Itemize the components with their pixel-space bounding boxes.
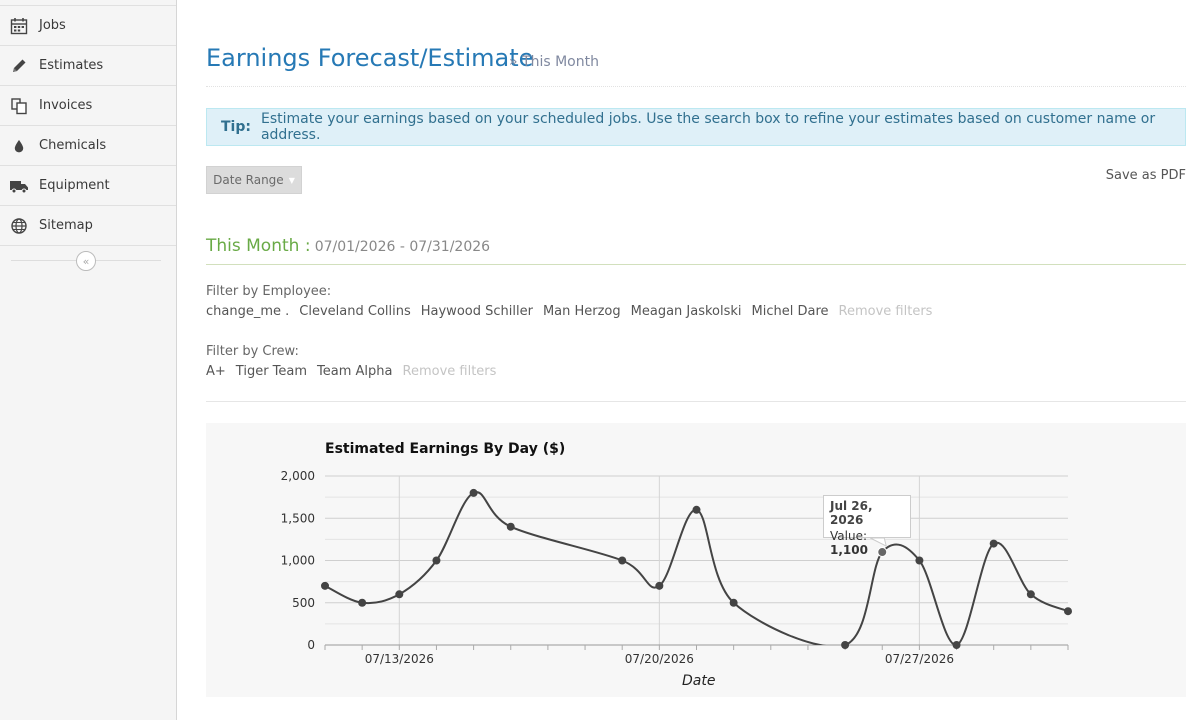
sidebar-item-label: Chemicals [39, 138, 107, 153]
sidebar-item-estimates[interactable]: Estimates [0, 46, 176, 86]
period-range: 07/01/2026 - 07/31/2026 [314, 239, 491, 255]
employee-remove-filters-link[interactable]: Remove filters [839, 304, 933, 319]
x-tick-label: 07/13/2026 [365, 652, 434, 666]
page-title: Earnings Forecast/Estimate [206, 44, 534, 72]
tooltip-value: 1,100 [830, 543, 868, 557]
crew-remove-filters-link[interactable]: Remove filters [403, 364, 497, 379]
sidebar-item-sitemap[interactable]: Sitemap [0, 206, 176, 246]
y-tick-label: 0 [307, 638, 315, 652]
sidebar: Jobs Estimates Invoices Chemicals Equipm… [0, 0, 177, 720]
crew-filter-list: A+ Tiger Team Team Alpha Remove filters [206, 364, 496, 379]
pencil-icon [8, 56, 30, 76]
tooltip-value-row: Value: 1,100 [830, 529, 904, 557]
employee-filter-item[interactable]: Haywood Schiller [421, 304, 533, 319]
sidebar-item-jobs[interactable]: Jobs [0, 6, 176, 46]
data-point [915, 556, 924, 565]
employee-filter-item[interactable]: Cleveland Collins [299, 304, 410, 319]
employee-filter-label: Filter by Employee: [206, 284, 332, 299]
double-chevron-left-icon: « [82, 254, 90, 268]
y-tick-label: 2,000 [281, 469, 315, 483]
crew-filter-item[interactable]: A+ [206, 364, 226, 379]
y-tick-label: 500 [292, 596, 315, 610]
data-point [655, 581, 664, 590]
chart-plot: 0 500 1,000 1,500 2,000 07/13/2026 07/20/2026 0… [281, 469, 1072, 666]
page-header: Earnings Forecast/Estimate » This Month [206, 40, 1186, 87]
sidebar-item-chemicals[interactable]: Chemicals [0, 126, 176, 166]
crew-filter-item[interactable]: Team Alpha [317, 364, 392, 379]
sidebar-item-invoices[interactable]: Invoices [0, 86, 176, 126]
data-point [432, 556, 441, 565]
tint-icon [8, 136, 30, 156]
data-point [989, 539, 998, 548]
y-tick-label: 1,000 [281, 554, 315, 568]
data-point [1026, 590, 1035, 599]
x-axis-label: Date [682, 673, 716, 689]
data-point [321, 581, 329, 590]
data-point [395, 590, 404, 599]
sidebar-item-equipment[interactable]: Equipment [0, 166, 176, 206]
caret-down-icon: ▼ [288, 175, 295, 185]
tooltip-value-label: Value: [830, 529, 867, 543]
data-point [729, 598, 738, 607]
earnings-chart: 0 500 1,000 1,500 2,000 07/13/2026 07/20/2026 0… [206, 423, 1186, 697]
data-point [692, 505, 701, 514]
employee-filter-item[interactable]: Michel Dare [752, 304, 829, 319]
date-range-label: Date Range [213, 173, 284, 187]
sidebar-item-label: Sitemap [39, 218, 93, 233]
tooltip-date: Jul 26, 2026 [830, 499, 873, 527]
period-title: This Month : [206, 236, 311, 256]
chart-title: Estimated Earnings By Day ($) [325, 441, 566, 457]
calendar-icon [8, 16, 30, 36]
page-subtitle: » This Month [509, 54, 599, 70]
data-point [469, 488, 478, 497]
sidebar-item-label: Equipment [39, 178, 110, 193]
data-point [841, 641, 850, 649]
y-tick-label: 1,500 [281, 511, 315, 525]
period-heading: This Month : 07/01/2026 - 07/31/2026 [206, 236, 1186, 265]
x-tick-label: 07/27/2026 [885, 652, 954, 666]
employee-filter-list: change_me . Cleveland Collins Haywood Sc… [206, 304, 932, 319]
data-point [506, 522, 515, 531]
x-tick-label: 07/20/2026 [625, 652, 694, 666]
employee-filter-item[interactable]: Man Herzog [543, 304, 621, 319]
tip-alert: Tip: Estimate your earnings based on you… [206, 108, 1186, 146]
crew-filter-item[interactable]: Tiger Team [236, 364, 307, 379]
sidebar-item-label: Invoices [39, 98, 93, 113]
data-point [618, 556, 627, 565]
data-point [358, 598, 367, 607]
truck-icon [8, 176, 30, 196]
employee-filter-item[interactable]: change_me . [206, 304, 289, 319]
chart-tooltip: Jul 26, 2026 Value: 1,100 [823, 495, 911, 557]
section-divider [206, 401, 1186, 402]
copy-icon [8, 96, 30, 116]
sidebar-collapse-button[interactable]: « [76, 251, 96, 271]
sidebar-item-label: Estimates [39, 58, 104, 73]
data-point [952, 641, 961, 649]
save-pdf-link[interactable]: Save as PDF [1106, 168, 1186, 183]
globe-icon [8, 216, 30, 236]
date-range-button[interactable]: Date Range ▼ [206, 166, 302, 194]
tip-text: Estimate your earnings based on your sch… [260, 111, 1156, 143]
sidebar-item-label: Jobs [39, 18, 66, 33]
crew-filter-label: Filter by Crew: [206, 344, 299, 359]
tip-label: Tip: [221, 119, 251, 135]
employee-filter-item[interactable]: Meagan Jaskolski [631, 304, 742, 319]
sidebar-collapse-area: « [0, 246, 176, 276]
data-point [1064, 607, 1072, 616]
